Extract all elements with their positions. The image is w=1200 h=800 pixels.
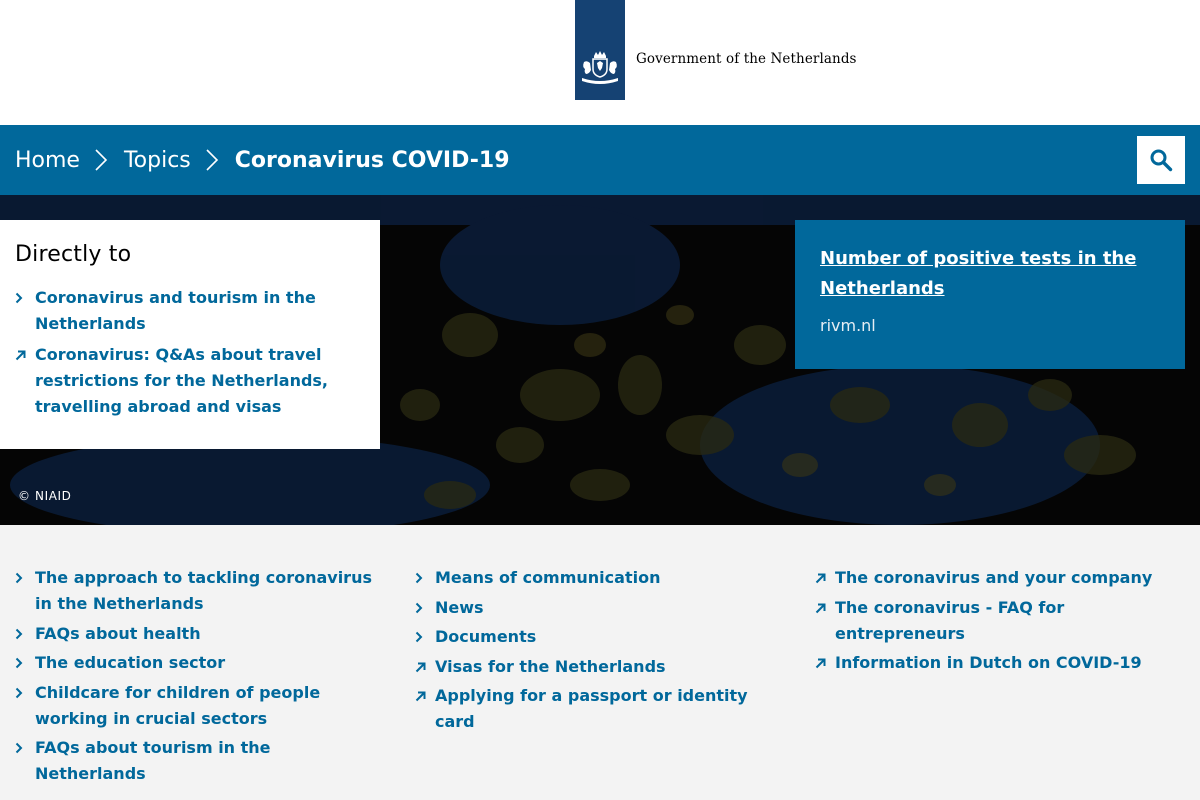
external-arrow-icon: [15, 342, 35, 365]
list-item[interactable]: Childcare for children of people working…: [15, 680, 375, 732]
breadcrumb-bar: Home Topics Coronavirus COVID-19: [0, 125, 1200, 195]
list-item[interactable]: The coronavirus - FAQ for entrepreneurs: [815, 595, 1175, 647]
list-item[interactable]: Documents: [415, 624, 775, 650]
external-arrow-icon: [815, 595, 835, 618]
breadcrumb-current: Coronavirus COVID-19: [234, 147, 510, 173]
chevron-right-icon: [15, 285, 35, 308]
site-header: Government of the Netherlands: [0, 0, 1200, 125]
link-education[interactable]: The education sector: [35, 650, 225, 676]
directly-link-travel-qa[interactable]: Coronavirus: Q&As about travel restricti…: [35, 342, 365, 420]
breadcrumb-topics[interactable]: Topics: [124, 148, 191, 173]
brand-name[interactable]: Government of the Netherlands: [636, 51, 857, 67]
list-item[interactable]: The education sector: [15, 650, 375, 676]
list-item[interactable]: Means of communication: [415, 565, 775, 591]
list-item[interactable]: The coronavirus and your company: [815, 565, 1175, 591]
chevron-right-icon: [15, 735, 35, 758]
chevron-right-icon: [95, 149, 108, 171]
external-arrow-icon: [815, 650, 835, 673]
list-item[interactable]: Coronavirus: Q&As about travel restricti…: [15, 342, 365, 420]
chevron-right-icon: [415, 565, 435, 588]
link-documents[interactable]: Documents: [435, 624, 536, 650]
directly-to-heading: Directly to: [15, 242, 132, 267]
breadcrumb-home[interactable]: Home: [15, 148, 80, 173]
list-item[interactable]: Coronavirus and tourism in the Netherlan…: [15, 285, 365, 337]
link-company[interactable]: The coronavirus and your company: [835, 565, 1152, 591]
breadcrumb: Home Topics Coronavirus COVID-19: [15, 125, 510, 195]
links-column-3: The coronavirus and your company The cor…: [815, 565, 1175, 680]
source-label: rivm.nl: [820, 316, 876, 335]
search-button[interactable]: [1137, 136, 1185, 184]
list-item[interactable]: Information in Dutch on COVID-19: [815, 650, 1175, 676]
chevron-right-icon: [15, 565, 35, 588]
list-item[interactable]: News: [415, 595, 775, 621]
image-credit: © NIAID: [18, 489, 72, 503]
topic-links-section: The approach to tackling coronavirus in …: [0, 525, 1200, 800]
external-arrow-icon: [815, 565, 835, 588]
link-faq-entrepreneurs[interactable]: The coronavirus - FAQ for entrepreneurs: [835, 595, 1175, 647]
link-approach[interactable]: The approach to tackling coronavirus in …: [35, 565, 375, 617]
positive-tests-link[interactable]: Number of positive tests in the Netherla…: [820, 244, 1160, 304]
positive-tests-panel: Number of positive tests in the Netherla…: [795, 220, 1185, 369]
link-childcare[interactable]: Childcare for children of people working…: [35, 680, 375, 732]
list-item[interactable]: Applying for a passport or identity card: [415, 683, 775, 735]
coat-of-arms-icon: [582, 51, 618, 84]
links-column-2: Means of communication News Documents Vi…: [415, 565, 775, 739]
government-logo[interactable]: [575, 0, 625, 100]
link-news[interactable]: News: [435, 595, 484, 621]
list-item[interactable]: FAQs about tourism in the Netherlands: [15, 735, 375, 787]
directly-link-tourism[interactable]: Coronavirus and tourism in the Netherlan…: [35, 285, 365, 337]
chevron-right-icon: [415, 595, 435, 618]
directly-to-panel: Directly to Coronavirus and tourism in t…: [0, 220, 380, 449]
list-item[interactable]: Visas for the Netherlands: [415, 654, 775, 680]
link-passport[interactable]: Applying for a passport or identity card: [435, 683, 775, 735]
chevron-right-icon: [15, 621, 35, 644]
external-arrow-icon: [415, 683, 435, 706]
chevron-right-icon: [15, 680, 35, 703]
list-item[interactable]: FAQs about health: [15, 621, 375, 647]
links-column-1: The approach to tackling coronavirus in …: [15, 565, 375, 791]
link-visas[interactable]: Visas for the Netherlands: [435, 654, 666, 680]
link-faq-tourism[interactable]: FAQs about tourism in the Netherlands: [35, 735, 375, 787]
link-dutch-info[interactable]: Information in Dutch on COVID-19: [835, 650, 1142, 676]
chevron-right-icon: [15, 650, 35, 673]
hero-banner: Directly to Coronavirus and tourism in t…: [0, 195, 1200, 525]
external-arrow-icon: [415, 654, 435, 677]
list-item[interactable]: The approach to tackling coronavirus in …: [15, 565, 375, 617]
search-icon: [1150, 149, 1173, 172]
link-faq-health[interactable]: FAQs about health: [35, 621, 201, 647]
chevron-right-icon: [206, 149, 218, 171]
chevron-right-icon: [415, 624, 435, 647]
link-communication[interactable]: Means of communication: [435, 565, 660, 591]
